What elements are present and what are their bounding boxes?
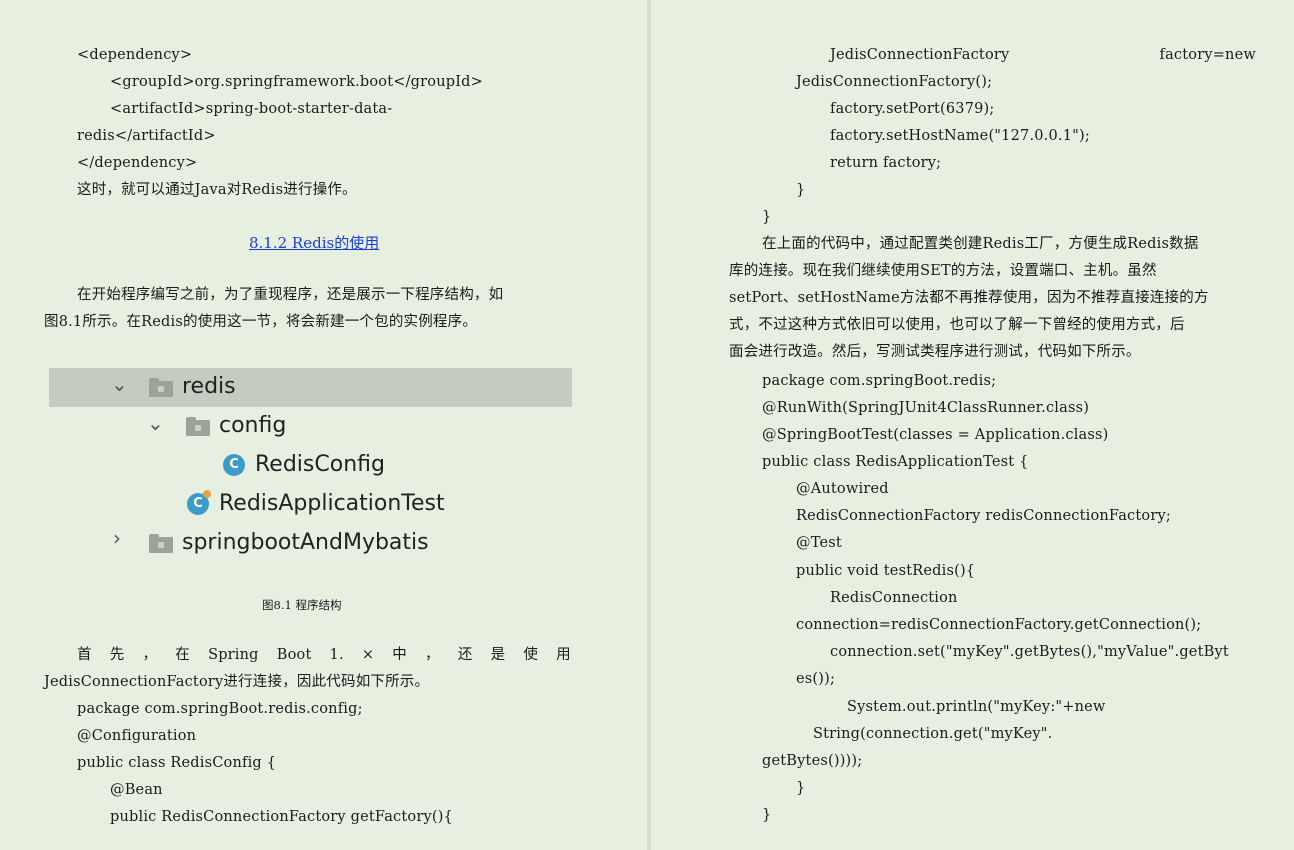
code-line: @Autowired xyxy=(796,481,889,497)
body-text: 面会进行改造。然后，写测试类程序进行测试，代码如下所示。 xyxy=(729,344,1141,360)
tree-item-config[interactable]: ⌄ config xyxy=(49,407,572,446)
tree-item-label: RedisApplicationTest xyxy=(219,491,445,516)
word: 中 xyxy=(392,647,407,663)
code-line: return factory; xyxy=(830,155,942,171)
code-line: String(connection.get("myKey". xyxy=(813,726,1053,742)
tree-item-springbootandmybatis[interactable]: › springbootAndMybatis xyxy=(49,524,572,563)
code-line: </dependency> xyxy=(77,155,198,171)
class-icon: C xyxy=(223,454,245,476)
code-line: @Configuration xyxy=(77,728,197,744)
tree-item-label: config xyxy=(219,413,287,438)
word: 首 xyxy=(77,647,92,663)
code-line: factory.setPort(6379); xyxy=(830,101,995,117)
tree-item-label: springbootAndMybatis xyxy=(182,530,429,555)
chevron-right-icon: › xyxy=(113,526,121,550)
figure-caption: 图8.1 程序结构 xyxy=(262,598,342,612)
code-line: RedisConnection xyxy=(830,590,958,606)
code-line: es()); xyxy=(796,671,836,687)
word: 是 xyxy=(490,647,506,663)
body-text: 图8.1所示。在Redis的使用这一节，将会新建一个包的实例程序。 xyxy=(44,314,478,330)
code-line: <groupId>org.springframework.boot</group… xyxy=(110,74,484,90)
code-token: factory=new xyxy=(1159,47,1256,63)
tree-item-redis[interactable]: ⌄ redis xyxy=(49,368,572,407)
code-line: @RunWith(SpringJUnit4ClassRunner.class) xyxy=(762,400,1090,416)
justified-code-line: JedisConnectionFactory factory=new xyxy=(830,45,1256,65)
code-line: public class RedisConfig { xyxy=(77,755,277,771)
body-text: 在上面的代码中，通过配置类创建Redis工厂，方便生成Redis数据 xyxy=(762,236,1199,252)
justified-text-line: 首 先 ， 在 Spring Boot 1. × 中 ， 还 是 使 用 xyxy=(77,645,571,665)
code-line: } xyxy=(796,182,806,198)
code-line: JedisConnectionFactory(); xyxy=(796,74,993,90)
code-line: @Bean xyxy=(110,782,163,798)
word: × xyxy=(361,647,375,663)
right-page: JedisConnectionFactory factory=new Jedis… xyxy=(651,0,1294,850)
code-line: } xyxy=(796,780,806,796)
code-line: @Test xyxy=(796,535,842,551)
code-line: public void testRedis(){ xyxy=(796,563,976,579)
code-line: package com.springBoot.redis; xyxy=(762,373,997,389)
code-line: RedisConnectionFactory redisConnectionFa… xyxy=(796,508,1171,524)
code-line: factory.setHostName("127.0.0.1"); xyxy=(830,128,1090,144)
word: Spring xyxy=(208,647,259,663)
code-line: public class RedisApplicationTest { xyxy=(762,454,1029,470)
code-line: } xyxy=(762,807,772,823)
word: 还 xyxy=(457,647,473,663)
code-token: JedisConnectionFactory xyxy=(830,47,1010,63)
body-text: setPort、setHostName方法都不再推荐使用，因为不推荐直接连接的方 xyxy=(729,290,1209,306)
body-text: 这时，就可以通过Java对Redis进行操作。 xyxy=(77,182,357,198)
tree-item-redisconfig[interactable]: C RedisConfig xyxy=(49,446,572,485)
body-text: 式，不过这种方式依旧可以使用，也可以了解一下曾经的使用方式，后 xyxy=(729,317,1185,333)
code-line: public RedisConnectionFactory getFactory… xyxy=(110,809,453,825)
body-text: 在开始程序编写之前，为了重现程序，还是展示一下程序结构，如 xyxy=(77,287,504,303)
folder-icon xyxy=(186,417,210,436)
word: ， xyxy=(425,647,440,663)
word: 先 xyxy=(109,647,125,663)
code-line: <dependency> xyxy=(77,47,193,63)
code-line: connection=redisConnectionFactory.getCon… xyxy=(796,617,1202,633)
code-line: <artifactId>spring-boot-starter-data- xyxy=(110,101,393,117)
code-line: redis</artifactId> xyxy=(77,128,216,144)
section-heading-link[interactable]: 8.1.2 Redis的使用 xyxy=(249,232,379,253)
test-badge-icon xyxy=(203,490,211,498)
word: Boot xyxy=(276,647,312,663)
project-tree-figure: ⌄ redis ⌄ config C RedisConfig C RedisAp… xyxy=(49,368,572,563)
folder-icon xyxy=(149,534,173,553)
tree-item-label: redis xyxy=(182,374,236,399)
tree-item-redisapplicationtest[interactable]: C RedisApplicationTest xyxy=(49,485,572,524)
body-text: 库的连接。现在我们继续使用SET的方法，设置端口、主机。虽然 xyxy=(729,263,1157,279)
code-line: System.out.println("myKey:"+new xyxy=(847,699,1106,715)
chevron-down-icon: ⌄ xyxy=(147,411,164,435)
tree-item-label: RedisConfig xyxy=(255,452,385,477)
code-line: } xyxy=(762,209,772,225)
word: ， xyxy=(142,647,158,663)
word: 在 xyxy=(175,647,190,663)
code-line: connection.set("myKey".getBytes(),"myVal… xyxy=(830,644,1229,660)
word: 1. xyxy=(329,647,344,663)
body-text: JedisConnectionFactory进行连接，因此代码如下所示。 xyxy=(44,674,430,690)
chevron-down-icon: ⌄ xyxy=(111,372,128,396)
left-page: <dependency> <groupId>org.springframewor… xyxy=(0,0,647,850)
code-line: getBytes()))); xyxy=(762,753,863,769)
word: 用 xyxy=(556,647,571,663)
code-line: @SpringBootTest(classes = Application.cl… xyxy=(762,427,1109,443)
word: 使 xyxy=(523,647,539,663)
folder-icon xyxy=(149,378,173,397)
code-line: package com.springBoot.redis.config; xyxy=(77,701,363,717)
